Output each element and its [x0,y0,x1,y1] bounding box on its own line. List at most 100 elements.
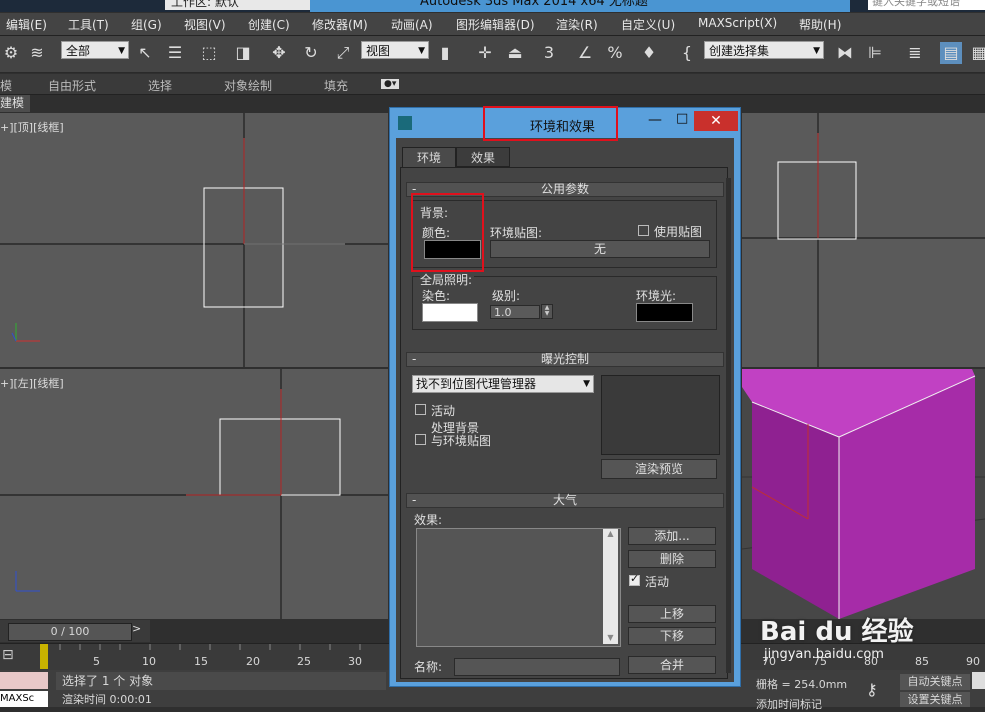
menu-create[interactable]: 创建(C) [248,16,290,33]
ribbon-tab-populate[interactable]: 填充 [324,77,348,94]
menu-rendering[interactable]: 渲染(R) [556,16,598,33]
tint-color-swatch[interactable] [422,303,478,322]
window-crossing-icon[interactable]: ◨ [232,42,254,64]
viewport-left-grid [0,369,388,619]
ribbon-tab-selection[interactable]: 选择 [148,77,172,94]
highlight-background-color [411,193,484,272]
move-down-button[interactable]: 下移 [628,627,716,645]
panel-scrollbar[interactable] [726,178,731,673]
process-bg-checkbox[interactable] [415,434,426,445]
scene-explorer-icon[interactable]: ▦ [968,42,985,64]
grid-readout: 栅格 = 254.0mm [756,678,848,691]
close-button[interactable]: ✕ [694,111,738,131]
ref-coord-dropdown[interactable]: 视图 ▼ [361,41,429,59]
layer-icon[interactable]: ≣ [904,42,926,64]
viewport-perspective[interactable] [742,369,985,619]
menu-tools[interactable]: 工具(T) [68,16,109,33]
maxscript-listener[interactable]: MAXSc [0,691,48,707]
delete-effect-button[interactable]: 删除 [628,550,716,568]
time-slider[interactable]: 0 / 100 > [0,620,150,642]
effect-name-input[interactable] [454,658,620,676]
exposure-active-checkbox[interactable] [415,404,426,415]
link-icon[interactable]: ⚙ [0,42,22,64]
align-icon[interactable]: ⊫ [864,42,886,64]
angle-snap-icon[interactable]: ∠ [574,42,596,64]
frame-counter[interactable]: 0 / 100 [8,623,132,641]
snap-toggle-icon[interactable]: 3 [538,42,560,64]
minimize-icon[interactable]: — [648,112,662,128]
mirror-icon[interactable]: ⧓ [834,42,856,64]
keyboard-shortcut-icon[interactable]: ⏏ [504,42,526,64]
menu-group[interactable]: 组(G) [131,16,162,33]
checkmark-icon: ✓ [630,572,640,585]
edit-named-selection-icon[interactable]: { [676,42,698,64]
ribbon-subtab-modeling[interactable]: 建模 [0,95,30,112]
key-filter-box[interactable] [972,672,985,689]
menu-views[interactable]: 视图(V) [184,16,226,33]
viewport-top[interactable]: +][顶][线框] [0,113,388,367]
add-time-tag[interactable]: 添加时间标记 [756,696,856,712]
menu-help[interactable]: 帮助(H) [799,16,841,33]
menu-edit[interactable]: 编辑(E) [6,16,47,33]
effects-list[interactable] [416,528,621,647]
env-map-button[interactable]: 无 [490,240,710,258]
tab-effects[interactable]: 效果 [456,147,510,167]
rect-selection-icon[interactable]: ⬚ [198,42,220,64]
bind-space-warp-icon[interactable]: ≋ [26,42,48,64]
next-frame-icon[interactable]: > [132,622,141,635]
effects-list-scrollbar[interactable]: ▲ ▼ [603,529,618,644]
scale-icon[interactable]: ⤢ [332,42,354,64]
rollout-atmosphere-header[interactable]: - 大气 [406,493,724,508]
graphite-toggle-icon[interactable]: ▤ [940,42,962,64]
level-spinner-arrows[interactable]: ▲ ▼ [541,304,553,319]
tab-environment[interactable]: 环境 [402,147,456,167]
manipulate-icon[interactable]: ✛ [474,42,496,64]
move-icon[interactable]: ✥ [268,42,290,64]
select-by-name-icon[interactable]: ☰ [164,42,186,64]
ambient-color-swatch[interactable] [636,303,693,322]
viewport-front[interactable] [742,113,985,367]
level-label: 级别: [492,289,521,303]
viewport-left[interactable]: +][左][线框] [0,369,388,619]
pivot-icon[interactable]: ▮ [434,42,456,64]
tick-15: 15 [194,655,208,668]
selection-filter-dropdown[interactable]: 全部 ▼ [61,41,129,59]
menu-maxscript[interactable]: MAXScript(X) [698,16,777,30]
exposure-active-label: 活动 [431,404,456,418]
menu-customize[interactable]: 自定义(U) [621,16,675,33]
auto-key-button[interactable]: 自动关键点 [900,674,970,690]
app-title: Autodesk 3ds Max 2014 x64 无标题 [310,0,850,12]
set-key-button[interactable]: 设置关键点 [900,692,970,707]
add-effect-button[interactable]: 添加... [628,527,716,545]
spinner-snap-icon[interactable]: ♦ [638,42,660,64]
menu-modifiers[interactable]: 修改器(M) [312,16,368,33]
ribbon-tab-freeform[interactable]: 自由形式 [48,77,96,94]
global-lighting-label: 全局照明: [420,271,475,288]
search-input[interactable]: 键入关键字或短语 [868,0,985,10]
status-selected-text: 选择了 1 个 对象 [56,672,386,690]
rotate-icon[interactable]: ↻ [300,42,322,64]
percent-snap-icon[interactable]: % [604,42,626,64]
level-spinner-input[interactable]: 1.0 [490,305,540,319]
render-preview-button[interactable]: 渲染预览 [601,459,717,479]
ribbon-tab-modeling[interactable]: 模 [0,77,12,94]
menu-graph-editors[interactable]: 图形编辑器(D) [456,16,535,33]
workspace-dropdown[interactable]: 工作区: 默认 [165,0,311,10]
watermark-url: jingyan.baidu.com [764,647,884,662]
ribbon-menu-icon[interactable]: ●▾ [381,79,400,89]
ambient-label: 环境光: [636,289,677,303]
exposure-type-dropdown[interactable]: 找不到位图代理管理器 ▼ [412,375,594,393]
key-icon[interactable]: ⚷ [866,680,878,699]
merge-button[interactable]: 合并 [628,656,716,674]
effects-label: 效果: [414,513,443,527]
rollout-exposure-header[interactable]: - 曝光控制 [406,352,724,367]
menu-animation[interactable]: 动画(A) [391,16,433,33]
select-object-icon[interactable]: ↖ [134,42,156,64]
maxscript-listener-top[interactable] [0,672,48,689]
tick-5: 5 [93,655,100,668]
ribbon-tab-object-paint[interactable]: 对象绘制 [224,77,272,94]
named-selection-dropdown[interactable]: 创建选择集 ▼ [704,41,824,59]
use-map-checkbox[interactable] [638,225,649,236]
maximize-icon[interactable]: □ [676,111,688,126]
move-up-button[interactable]: 上移 [628,605,716,623]
